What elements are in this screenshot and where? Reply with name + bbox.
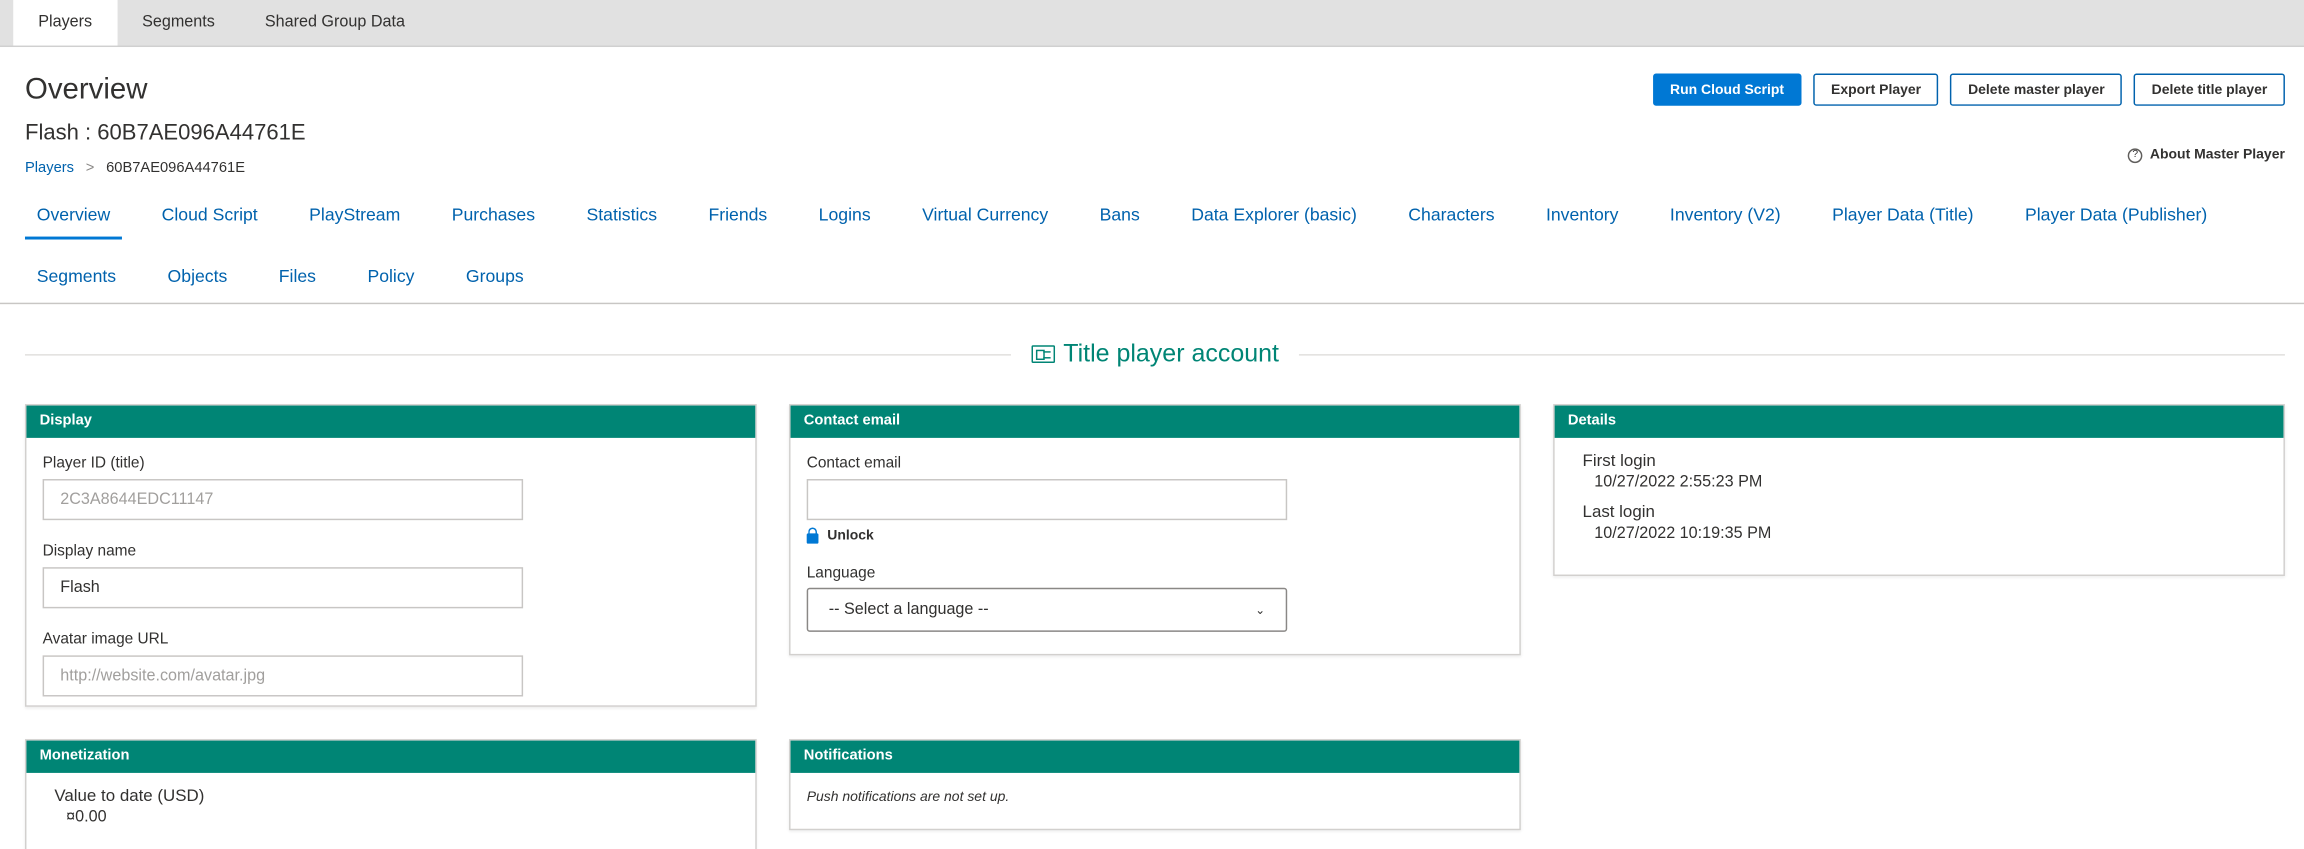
section-title-center: Title player account [1010, 339, 1299, 368]
value-to-date-value: ¤0.00 [66, 808, 107, 826]
subnav-files[interactable]: Files [267, 256, 328, 297]
subnav-segments[interactable]: Segments [25, 256, 128, 297]
contact-email-panel-heading: Contact email [790, 405, 1520, 438]
breadcrumb-players-link[interactable]: Players [25, 160, 74, 176]
subnav-inventory[interactable]: Inventory [1534, 194, 1630, 235]
tab-segments[interactable]: Segments [117, 0, 240, 46]
subnav-row-2: Segments Objects Files Policy Groups [25, 256, 2288, 297]
contact-email-panel: Contact email Contact email Unlock Langu… [789, 404, 1521, 656]
subnav-groups[interactable]: Groups [454, 256, 535, 297]
unlock-toggle[interactable]: Unlock [806, 526, 1503, 544]
tab-players[interactable]: Players [13, 0, 118, 46]
monetization-panel-heading: Monetization [26, 740, 756, 773]
last-login-label: Last login [1582, 504, 1655, 522]
page-title: Overview [24, 73, 148, 106]
subnav-overview[interactable]: Overview [24, 194, 123, 240]
language-select[interactable]: -- Select a language -- ⌄ [806, 587, 1288, 632]
first-login-value: 10/27/2022 2:55:23 PM [1594, 473, 1763, 491]
contact-card-icon [1030, 345, 1055, 363]
monetization-panel: Monetization Value to date (USD) ¤0.00 [24, 739, 757, 849]
header-divider [0, 302, 2304, 305]
subnav-playstream[interactable]: PlayStream [297, 194, 412, 235]
about-master-player-link[interactable]: ? About Master Player [2127, 146, 2285, 164]
action-buttons: Run Cloud Script Export Player Delete ma… [1652, 73, 2285, 106]
details-panel: Details First login 10/27/2022 2:55:23 P… [1553, 404, 2285, 577]
help-icon: ? [2127, 147, 2143, 163]
player-subnav: Overview Cloud Script PlayStream Purchas… [24, 194, 2288, 297]
notifications-note: Push notifications are not set up. [806, 789, 1010, 806]
language-selected-value: -- Select a language -- [828, 600, 989, 619]
subnav-statistics[interactable]: Statistics [575, 194, 669, 235]
subnav-player-data-title[interactable]: Player Data (Title) [1820, 194, 1985, 235]
unlock-label: Unlock [827, 527, 874, 544]
section-rule-right [1299, 353, 2285, 355]
subnav-inventory-v2[interactable]: Inventory (V2) [1658, 194, 1792, 235]
notifications-panel: Notifications Push notifications are not… [789, 739, 1521, 831]
subnav-purchases[interactable]: Purchases [440, 194, 547, 235]
subnav-policy[interactable]: Policy [356, 256, 427, 297]
chevron-down-icon: ⌄ [1255, 603, 1266, 617]
display-panel-heading: Display [26, 405, 756, 438]
player-name-heading: Flash : 60B7AE096A44761E [24, 120, 306, 146]
subnav-player-data-publisher[interactable]: Player Data (Publisher) [2013, 194, 2219, 235]
details-panel-heading: Details [1554, 405, 2284, 438]
first-login-label: First login [1582, 452, 1656, 471]
section-title-text: Title player account [1063, 339, 1279, 368]
section-rule-left [24, 353, 1011, 355]
export-player-button[interactable]: Export Player [1813, 73, 1939, 106]
display-name-label: Display name [42, 542, 137, 560]
subnav-data-explorer[interactable]: Data Explorer (basic) [1179, 194, 1368, 235]
subnav-bans[interactable]: Bans [1088, 194, 1152, 235]
subnav-cloud-script[interactable]: Cloud Script [150, 194, 270, 235]
run-cloud-script-button[interactable]: Run Cloud Script [1652, 73, 1802, 106]
last-login-value: 10/27/2022 10:19:35 PM [1594, 524, 1772, 543]
notifications-panel-heading: Notifications [790, 740, 1520, 773]
breadcrumb-current: 60B7AE096A44761E [106, 160, 245, 177]
value-to-date-label: Value to date (USD) [54, 787, 205, 806]
subnav-row-1: Overview Cloud Script PlayStream Purchas… [24, 194, 2288, 240]
lock-icon [806, 526, 819, 543]
avatar-url-input[interactable]: http://website.com/avatar.jpg [42, 655, 524, 697]
language-label: Language [806, 564, 876, 582]
contact-email-input[interactable] [806, 479, 1288, 521]
breadcrumb: Players > 60B7AE096A44761E [25, 160, 245, 176]
top-tab-bar: Players Segments Shared Group Data [0, 0, 2304, 48]
subnav-virtual-currency[interactable]: Virtual Currency [910, 194, 1060, 235]
display-name-input[interactable]: Flash [42, 567, 524, 609]
tab-shared-group-data[interactable]: Shared Group Data [240, 0, 430, 46]
subnav-friends[interactable]: Friends [697, 194, 779, 235]
section-title-player-account: Title player account [24, 339, 2285, 368]
subnav-objects[interactable]: Objects [156, 256, 239, 297]
player-id-label: Player ID (title) [42, 454, 145, 472]
display-panel: Display Player ID (title) 2C3A8644EDC111… [24, 404, 757, 707]
about-master-player-label: About Master Player [2149, 146, 2285, 164]
avatar-url-label: Avatar image URL [42, 630, 169, 649]
contact-email-label: Contact email [806, 454, 902, 472]
subnav-logins[interactable]: Logins [807, 194, 882, 235]
delete-master-player-button[interactable]: Delete master player [1950, 73, 2123, 106]
subnav-characters[interactable]: Characters [1397, 194, 1507, 235]
player-id-field: 2C3A8644EDC11147 [42, 479, 524, 521]
chevron-right-icon: > [85, 160, 95, 177]
delete-title-player-button[interactable]: Delete title player [2134, 73, 2285, 106]
